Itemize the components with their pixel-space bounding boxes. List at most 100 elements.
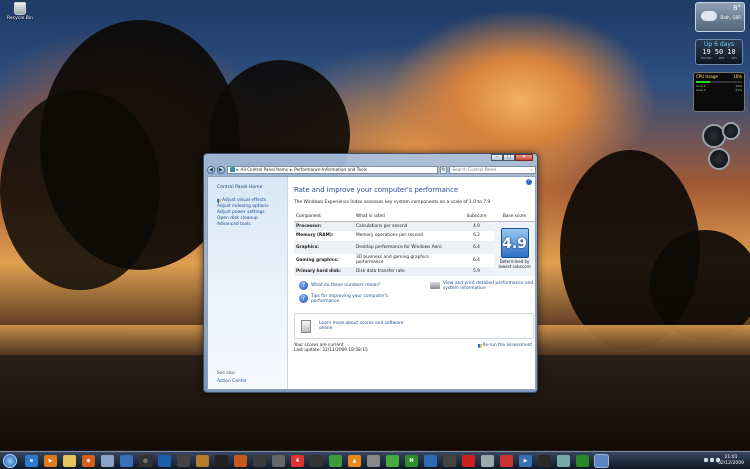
meter-gadget[interactable] xyxy=(694,118,746,176)
control-panel-taskbar-icon[interactable] xyxy=(595,454,608,467)
rated-description: Memory operations per second xyxy=(356,233,423,239)
app-taskbar-icon[interactable] xyxy=(177,454,190,467)
subscore-value: 6.4 xyxy=(473,257,480,263)
col-header-rated: What is rated xyxy=(354,213,459,222)
weather-gadget[interactable]: 8° Bath, GBR xyxy=(695,2,745,32)
ie-taskbar-icon[interactable]: e xyxy=(25,454,38,467)
learn-more-link[interactable]: Learn more about scores and software onl… xyxy=(319,321,404,331)
uptime-gadget[interactable]: Up 6 days 19 50 10 HOURS MIN SEC xyxy=(695,39,743,65)
question-icon: ? xyxy=(299,294,308,303)
document-icon xyxy=(301,319,311,333)
gauge-dial-small xyxy=(722,122,740,140)
acrobat-taskbar-icon[interactable] xyxy=(462,454,475,467)
tray-network-icon[interactable] xyxy=(710,458,714,462)
app-taskbar-icon[interactable]: 4 xyxy=(291,454,304,467)
cpu-bar xyxy=(696,81,742,83)
app-taskbar-icon[interactable] xyxy=(443,454,456,467)
uptime-minutes: 50 xyxy=(714,48,724,56)
col-header-subscore: Subscore xyxy=(459,213,494,222)
link-label: Tips for improving your computer's perfo… xyxy=(311,294,389,304)
maximize-button[interactable]: □ xyxy=(503,154,515,161)
address-bar[interactable]: ▸ All Control Panel Items ▸ Performance … xyxy=(226,165,438,174)
cpu-gadget[interactable]: CPU Usage 16% Core 1 12% Core 2 21% xyxy=(693,72,745,112)
what-numbers-mean-link[interactable]: ? What do these numbers mean? xyxy=(299,281,380,290)
task-pane: Control Panel Home Adjust visual effects… xyxy=(208,177,288,389)
wallpaper-tree-left-canopy xyxy=(0,90,160,290)
steam-taskbar-icon[interactable]: ◎ xyxy=(139,454,152,467)
nav-item-label: Advanced tools xyxy=(217,222,251,228)
back-button[interactable]: ◀ xyxy=(207,165,215,174)
app-taskbar-icon[interactable] xyxy=(481,454,494,467)
explorer-taskbar-icon[interactable] xyxy=(63,454,76,467)
app-taskbar-icon[interactable] xyxy=(234,454,247,467)
print-details-link[interactable]: View and print detailed performance and … xyxy=(430,281,535,291)
performance-window[interactable]: – □ ✕ ◀ ▶ ▸ All Control Panel Items ▸ Pe… xyxy=(203,153,538,393)
breadcrumb-chevron-icon: ▸ xyxy=(236,167,239,172)
recycle-bin-label: Recycle Bin xyxy=(7,16,33,21)
uptime-seconds: 10 xyxy=(727,48,736,56)
learn-more-box: Learn more about scores and software onl… xyxy=(294,313,534,339)
col-header-component: Component xyxy=(294,213,354,222)
nav-item-advanced-tools[interactable]: Advanced tools xyxy=(217,222,269,228)
app-taskbar-icon[interactable] xyxy=(386,454,399,467)
component-name: Memory (RAM): xyxy=(296,233,334,239)
uptime-hours: 19 xyxy=(702,48,711,56)
app-taskbar-icon[interactable] xyxy=(310,454,323,467)
app-taskbar-icon[interactable] xyxy=(272,454,285,467)
app-taskbar-icon[interactable] xyxy=(557,454,570,467)
refresh-button[interactable]: ↻ xyxy=(439,165,448,174)
vlc-taskbar-icon[interactable]: ▲ xyxy=(348,454,361,467)
breadcrumb-chevron-icon: ▸ xyxy=(289,167,293,172)
start-button[interactable] xyxy=(3,453,17,468)
control-panel-home-link[interactable]: Control Panel Home xyxy=(217,185,262,190)
cpu-core2-label: Core 2 xyxy=(696,88,706,92)
search-input[interactable]: Search Control Panel ⌕ xyxy=(449,165,536,174)
tray-flag-icon[interactable] xyxy=(704,458,708,462)
help-links: ? What do these numbers mean? ? Tips for… xyxy=(294,281,535,311)
page-title: Rate and improve your computer's perform… xyxy=(294,186,459,194)
uptime-unit-sec: SEC xyxy=(731,56,738,60)
breadcrumb-leaf[interactable]: Performance Information and Tools xyxy=(294,167,367,172)
forward-button[interactable]: ▶ xyxy=(216,165,225,174)
table-row: Processor: Calculations per second 4.9 4… xyxy=(294,221,535,276)
breadcrumb-root[interactable]: All Control Panel Items xyxy=(241,167,288,172)
window-client-area: Control Panel Home Adjust visual effects… xyxy=(207,176,536,390)
app-taskbar-icon[interactable] xyxy=(101,454,114,467)
score-table: Component What is rated Subscore Base sc… xyxy=(294,213,535,276)
recycle-bin-shortcut[interactable]: Recycle Bin xyxy=(4,2,36,21)
app-taskbar-icon[interactable]: ▶ xyxy=(519,454,532,467)
app-taskbar-icon[interactable] xyxy=(424,454,437,467)
firefox-taskbar-icon[interactable]: ◉ xyxy=(82,454,95,467)
app-taskbar-icon[interactable] xyxy=(215,454,228,467)
media-player-taskbar-icon[interactable]: ▶ xyxy=(44,454,57,467)
link-label: Re-run the assessment xyxy=(482,343,532,348)
action-center-link[interactable]: Action Center xyxy=(217,379,247,384)
status-footer: Your scores are current Last update: 22/… xyxy=(294,343,532,357)
minimize-button[interactable]: – xyxy=(491,154,503,161)
base-score-cell: 4.9 Determined by lowest subscore xyxy=(494,221,535,276)
base-score-caption: Determined by lowest subscore xyxy=(498,259,531,269)
rerun-assessment-link[interactable]: Re-run the assessment xyxy=(477,343,532,348)
component-name: Graphics: xyxy=(294,240,354,254)
window-titlebar[interactable]: – □ ✕ xyxy=(204,154,537,163)
app-taskbar-icon[interactable] xyxy=(500,454,513,467)
app-taskbar-icon[interactable] xyxy=(576,454,589,467)
app-taskbar-icon[interactable]: H xyxy=(405,454,418,467)
app-taskbar-icon[interactable] xyxy=(367,454,380,467)
rated-description: Calculations per second xyxy=(354,221,459,231)
app-taskbar-icon[interactable] xyxy=(538,454,551,467)
tips-link[interactable]: ? Tips for improving your computer's per… xyxy=(299,294,409,304)
subscore-value: 5.9 xyxy=(459,266,494,276)
col-header-base-score: Base score xyxy=(494,213,535,222)
app-taskbar-icon[interactable] xyxy=(158,454,171,467)
app-taskbar-icon[interactable] xyxy=(196,454,209,467)
rated-description: Desktop performance for Windows Aero xyxy=(354,240,459,254)
rated-description: 3D business and gaming graphics performa… xyxy=(356,255,429,265)
app-taskbar-icon[interactable] xyxy=(253,454,266,467)
search-placeholder: Search Control Panel xyxy=(452,167,496,172)
app-taskbar-icon[interactable] xyxy=(120,454,133,467)
close-button[interactable]: ✕ xyxy=(515,154,533,161)
taskbar-clock[interactable]: 21:01 02/12/2009 xyxy=(718,455,744,466)
last-update-text: Last update: 22/11/2009 18:58:15 xyxy=(294,348,368,353)
spotify-taskbar-icon[interactable] xyxy=(329,454,342,467)
